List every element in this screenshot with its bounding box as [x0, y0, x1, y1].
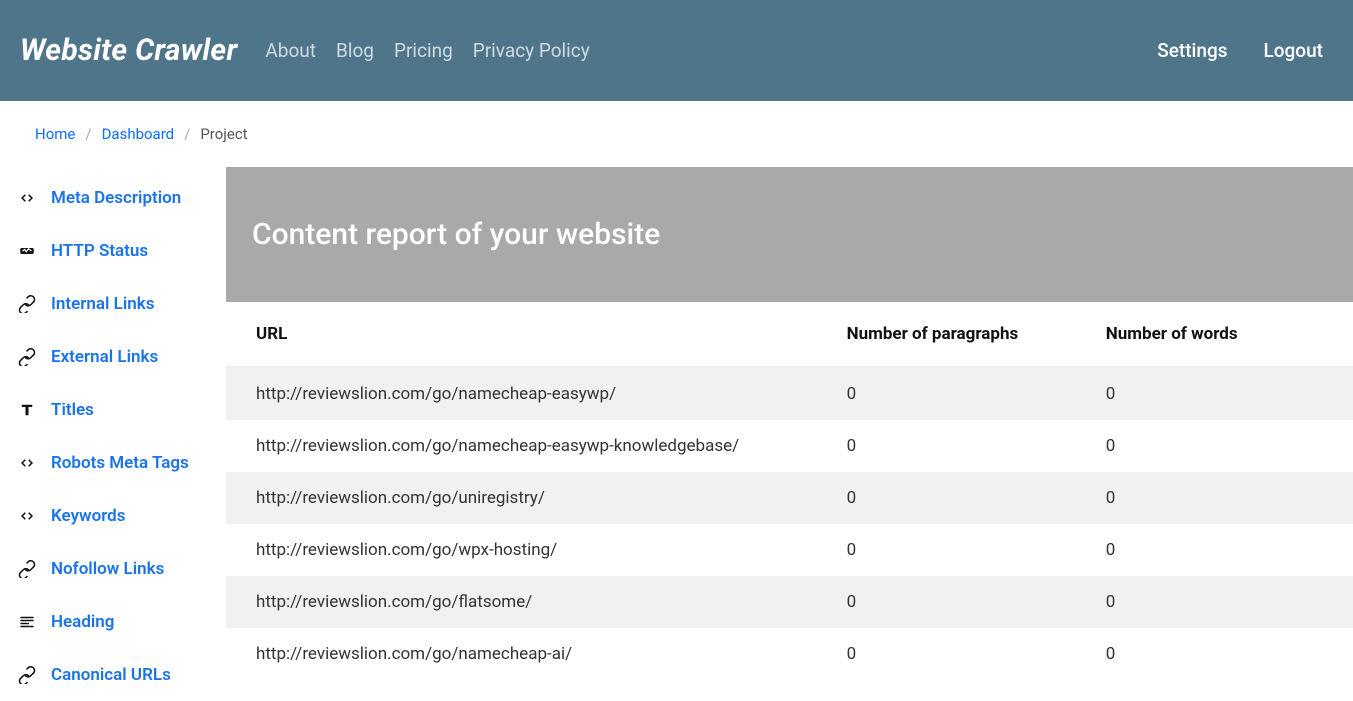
breadcrumb-dashboard[interactable]: Dashboard: [102, 125, 175, 143]
th-paragraphs: Number of paragraphs: [835, 302, 1094, 367]
nav-privacy[interactable]: Privacy Policy: [473, 39, 590, 62]
cell-paragraphs: 0: [835, 472, 1094, 524]
code-icon: [18, 454, 51, 472]
cell-url[interactable]: http://reviewslion.com/go/namecheap-easy…: [226, 367, 835, 420]
sidebar-item[interactable]: HTTP Status: [18, 224, 226, 277]
sidebar-item-label: Keywords: [51, 506, 125, 526]
logout-link[interactable]: Logout: [1264, 39, 1324, 62]
sidebar-item[interactable]: Nofollow Links: [18, 542, 226, 595]
th-url: URL: [226, 302, 835, 367]
report-table-head: URL Number of paragraphs Number of words: [226, 302, 1353, 367]
nav-about[interactable]: About: [265, 39, 316, 62]
cell-words: 0: [1094, 472, 1353, 524]
breadcrumb-sep: /: [85, 125, 91, 143]
cell-url[interactable]: http://reviewslion.com/go/flatsome/: [226, 576, 835, 628]
sidebar-item-label: Internal Links: [51, 294, 154, 314]
sidebar-item-label: Meta Description: [51, 188, 181, 208]
settings-link[interactable]: Settings: [1157, 39, 1227, 62]
table-row: http://reviewslion.com/go/namecheap-easy…: [226, 420, 1353, 472]
report-table-body: http://reviewslion.com/go/namecheap-easy…: [226, 367, 1353, 680]
cell-paragraphs: 0: [835, 628, 1094, 680]
cell-words: 0: [1094, 628, 1353, 680]
top-bar: Website Crawler About Blog Pricing Priva…: [0, 0, 1353, 101]
nav-blog[interactable]: Blog: [336, 39, 374, 62]
sidebar-item-label: External Links: [51, 347, 158, 367]
link-icon: [18, 295, 51, 313]
sidebar-item[interactable]: External Links: [18, 330, 226, 383]
sidebar-item-label: Canonical URLs: [51, 665, 171, 685]
sidebar-item-label: Heading: [51, 612, 114, 632]
sidebar: Meta Description HTTP Status Internal Link…: [0, 167, 226, 701]
heading-icon: [18, 613, 51, 631]
cell-words: 0: [1094, 420, 1353, 472]
cell-url[interactable]: http://reviewslion.com/go/namecheap-easy…: [226, 420, 835, 472]
sidebar-item-label: Nofollow Links: [51, 559, 164, 579]
cell-paragraphs: 0: [835, 367, 1094, 420]
sidebar-item-label: Titles: [51, 400, 94, 420]
sidebar-item[interactable]: Robots Meta Tags: [18, 436, 226, 489]
link-icon: [18, 348, 51, 366]
breadcrumb-home[interactable]: Home: [35, 125, 75, 143]
sidebar-item[interactable]: Internal Links: [18, 277, 226, 330]
sidebar-item[interactable]: Canonical URLs: [18, 648, 226, 701]
cell-paragraphs: 0: [835, 576, 1094, 628]
title-icon: [18, 401, 51, 419]
cell-url[interactable]: http://reviewslion.com/go/wpx-hosting/: [226, 524, 835, 576]
nav-pricing[interactable]: Pricing: [394, 39, 453, 62]
content-banner: Content report of your website: [226, 167, 1353, 302]
top-right-nav: Settings Logout: [1157, 39, 1323, 62]
link-icon: [18, 560, 51, 578]
main-content: Content report of your website URL Numbe…: [226, 167, 1353, 680]
banner-title: Content report of your website: [252, 217, 660, 252]
th-words: Number of words: [1094, 302, 1353, 367]
code-icon: [18, 189, 51, 207]
table-row: http://reviewslion.com/go/flatsome/00: [226, 576, 1353, 628]
breadcrumb-current: Project: [200, 125, 247, 143]
cell-words: 0: [1094, 576, 1353, 628]
link-icon: [18, 666, 51, 684]
sidebar-item-label: Robots Meta Tags: [51, 453, 189, 473]
table-row: http://reviewslion.com/go/wpx-hosting/00: [226, 524, 1353, 576]
cell-url[interactable]: http://reviewslion.com/go/uniregistry/: [226, 472, 835, 524]
top-nav: About Blog Pricing Privacy Policy: [265, 39, 589, 62]
report-table: URL Number of paragraphs Number of words…: [226, 302, 1353, 680]
sidebar-item[interactable]: Titles: [18, 383, 226, 436]
cell-words: 0: [1094, 524, 1353, 576]
code-icon: [18, 507, 51, 525]
table-row: http://reviewslion.com/go/namecheap-ai/0…: [226, 628, 1353, 680]
status-icon: [18, 242, 51, 260]
cell-paragraphs: 0: [835, 420, 1094, 472]
table-row: http://reviewslion.com/go/namecheap-easy…: [226, 367, 1353, 420]
cell-paragraphs: 0: [835, 524, 1094, 576]
breadcrumb: Home / Dashboard / Project: [0, 101, 1353, 167]
breadcrumb-sep: /: [184, 125, 190, 143]
brand-logo[interactable]: Website Crawler: [20, 33, 237, 68]
sidebar-item-label: HTTP Status: [51, 241, 148, 261]
table-row: http://reviewslion.com/go/uniregistry/00: [226, 472, 1353, 524]
sidebar-item[interactable]: Meta Description: [18, 171, 226, 224]
cell-words: 0: [1094, 367, 1353, 420]
sidebar-item[interactable]: Keywords: [18, 489, 226, 542]
cell-url[interactable]: http://reviewslion.com/go/namecheap-ai/: [226, 628, 835, 680]
sidebar-item[interactable]: Heading: [18, 595, 226, 648]
